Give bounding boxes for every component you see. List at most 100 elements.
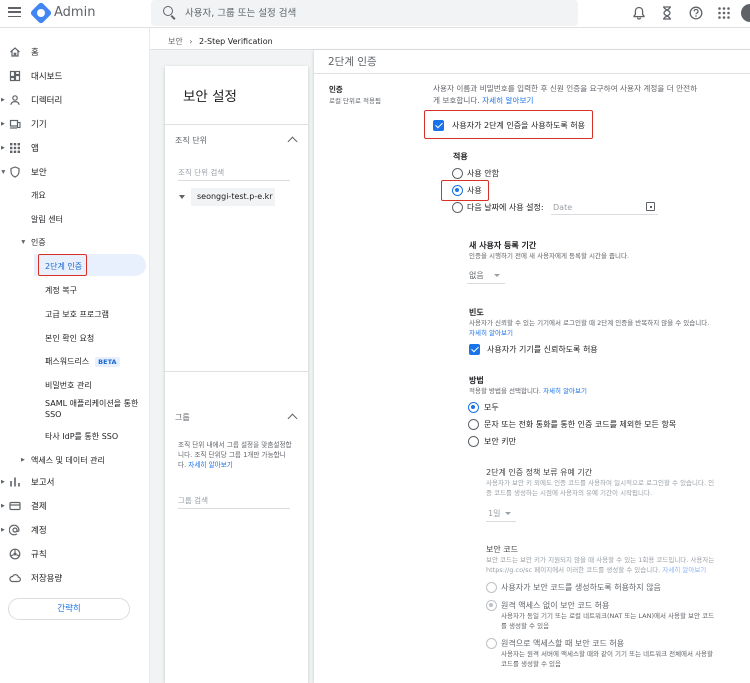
trust-device-checkbox[interactable]: [469, 344, 480, 355]
sidebar-item-account-recovery[interactable]: 계정 복구: [45, 285, 77, 296]
sidebar-item-saml-sso[interactable]: SAML 애플리케이션을 통한 SSO: [45, 398, 145, 420]
expand-arrow-icon: ▶: [1, 121, 5, 127]
backup-remote-radio[interactable]: [486, 638, 497, 649]
expand-arrow-icon: ▶: [21, 457, 25, 463]
menu-icon[interactable]: [8, 7, 21, 18]
org-unit-search-input[interactable]: [178, 165, 290, 181]
sidebar-item-dashboard[interactable]: 대시보드: [0, 64, 150, 88]
chevron-up-icon[interactable]: [287, 413, 298, 424]
trust-device-label: 사용자가 기기를 신뢰하도록 허용: [487, 345, 598, 354]
sidebar-item-home[interactable]: 홈: [0, 40, 150, 64]
hourglass-icon[interactable]: [661, 6, 673, 20]
sidebar-item-label: 앱: [31, 144, 39, 154]
sidebar-item-billing[interactable]: ▶ 결제: [0, 494, 150, 518]
apps-grid-icon[interactable]: [717, 6, 731, 20]
avatar[interactable]: [741, 4, 750, 22]
search-bar[interactable]: [151, 0, 578, 26]
sidebar-item-devices[interactable]: ▶ 기기: [0, 112, 150, 136]
frequency-title: 빈도: [469, 308, 484, 317]
sidebar-item-reports[interactable]: ▶ 보고서: [0, 470, 150, 494]
method-any-radio[interactable]: [468, 402, 479, 413]
sidebar-item-storage[interactable]: 저장용량: [0, 566, 150, 590]
sidebar-item-label: 규칙: [31, 550, 47, 560]
grace-description: 사용자가 보안 키 외에도 인증 코드를 사용하여 일시적으로 로그인할 수 있…: [486, 479, 715, 497]
divider: [314, 73, 750, 74]
search-input[interactable]: [185, 5, 565, 21]
apps-grid-icon: [10, 143, 20, 153]
enforce-date-radio[interactable]: [452, 202, 463, 213]
sidebar-item-2sv[interactable]: 2단계 인증: [45, 261, 82, 272]
learn-more-link[interactable]: 자세히 알아보기: [482, 96, 533, 105]
expand-arrow-icon: ▶: [1, 503, 5, 509]
sidebar-item-directory[interactable]: ▶ 디렉터리: [0, 88, 150, 112]
learn-more-link[interactable]: 자세히 알아보기: [662, 566, 706, 574]
allow-2sv-label: 사용자가 2단계 인증을 사용하도록 허용: [452, 121, 586, 130]
sidebar-item-label: 보안: [31, 168, 47, 178]
sidebar-item-security[interactable]: ▶ 보안: [0, 160, 150, 184]
chevron-right-icon: ›: [189, 37, 193, 46]
sidebar-item-advanced-protection[interactable]: 고급 보호 프로그램: [45, 309, 109, 320]
method-security-key-label: 보안 키만: [484, 437, 516, 446]
enroll-dropdown[interactable]: 없음: [469, 270, 484, 281]
methods-description: 적용할 방법을 선택합니다. 자세히 알아보기: [469, 387, 587, 395]
group-search-input[interactable]: [178, 493, 290, 509]
admin-logo-icon: [29, 1, 53, 25]
enforce-on-radio[interactable]: [452, 185, 463, 196]
sidebar-item-access-data[interactable]: ▶ 액세스 및 데이터 관리: [0, 448, 150, 472]
date-input[interactable]: [553, 201, 635, 213]
method-no-sms-radio[interactable]: [468, 419, 479, 430]
divider: [165, 124, 308, 125]
learn-more-link[interactable]: 자세히 알아보기: [469, 328, 744, 338]
sidebar-item-third-party-sso[interactable]: 타사 IdP를 통한 SSO: [45, 431, 118, 442]
dropdown-arrow-icon[interactable]: [494, 274, 500, 277]
breadcrumb-parent[interactable]: 보안: [168, 37, 183, 46]
chevron-up-icon[interactable]: [287, 136, 298, 147]
sidebar-item-apps[interactable]: ▶ 앱: [0, 136, 150, 160]
backup-remote-description: 사용자는 원격 서버에 액세스할 때와 같이 기기 또는 네트워크 전체에서 사…: [501, 650, 714, 668]
backup-disallow-radio[interactable]: [486, 582, 497, 593]
settings-panel: 보안 설정 조직 단위 seonggi-test.p-e.kr 그룹 조직 단위…: [165, 66, 308, 683]
section-title: 2단계 인증: [328, 56, 377, 68]
grace-title: 2단계 인증 정책 보류 유예 기간: [486, 468, 593, 477]
allow-2sv-checkbox[interactable]: [433, 120, 444, 131]
dropdown-arrow-icon[interactable]: [505, 512, 511, 515]
sidebar-item-rules[interactable]: 규칙: [0, 542, 150, 566]
enforce-off-radio[interactable]: [452, 168, 463, 179]
enroll-title: 새 사용자 등록 기간: [469, 241, 537, 250]
method-security-key-radio[interactable]: [468, 436, 479, 447]
learn-more-link[interactable]: 자세히 알아보기: [543, 387, 587, 395]
sidebar-item-account[interactable]: ▶ 계정: [0, 518, 150, 542]
backup-title: 보안 코드: [486, 545, 518, 554]
expand-arrow-icon: ▶: [1, 145, 5, 151]
method-any-label: 모두: [484, 403, 499, 412]
sidebar-item-alert-center[interactable]: 알림 센터: [31, 214, 63, 225]
method-no-sms-label: 문자 또는 전화 통화를 통한 인증 코드를 제외한 모든 항목: [484, 420, 677, 429]
sidebar-item-login-challenge[interactable]: 본인 확인 요청: [45, 333, 94, 344]
calendar-icon[interactable]: [646, 202, 655, 211]
sidebar-item-passwordless[interactable]: 패스워드리스 BETA: [45, 356, 120, 367]
sidebar-item-password-management[interactable]: 비밀번호 관리: [45, 380, 92, 391]
chart-icon: [10, 477, 20, 487]
at-icon: [9, 524, 20, 536]
bell-icon[interactable]: [632, 6, 646, 20]
backup-local-radio[interactable]: [486, 600, 497, 611]
backup-disallow-label: 사용자가 보안 코드를 생성하도록 허용하지 않음: [501, 583, 661, 592]
home-icon: [10, 47, 20, 57]
learn-more-link[interactable]: 자세히 알아보기: [188, 461, 233, 469]
help-icon[interactable]: [689, 6, 703, 20]
enforce-title: 적용: [453, 152, 468, 161]
grace-dropdown[interactable]: 1일: [488, 508, 500, 519]
sidebar-item-label: 기기: [31, 120, 47, 130]
search-icon[interactable]: [163, 6, 173, 16]
sidebar-item-authentication[interactable]: ▶ 인증: [0, 230, 150, 254]
sidebar-item-overview[interactable]: 개요: [31, 190, 46, 201]
beta-badge: BETA: [95, 357, 120, 367]
group-help-text: 조직 단위 내에서 그룹 설정을 맞춤설정합니다. 조직 단위당 그룹 1개만 …: [178, 441, 292, 469]
breadcrumb-current: 2-Step Verification: [199, 37, 273, 46]
app-title: Admin: [54, 5, 96, 20]
org-unit-item[interactable]: seonggi-test.p-e.kr: [191, 188, 275, 206]
backup-remote-label: 원격으로 액세스할 때 보안 코드 허용: [501, 639, 625, 648]
sidebar-item-label: 대시보드: [31, 72, 63, 82]
collapse-button[interactable]: 간략히: [8, 598, 130, 620]
expand-arrow-icon[interactable]: [179, 195, 185, 199]
